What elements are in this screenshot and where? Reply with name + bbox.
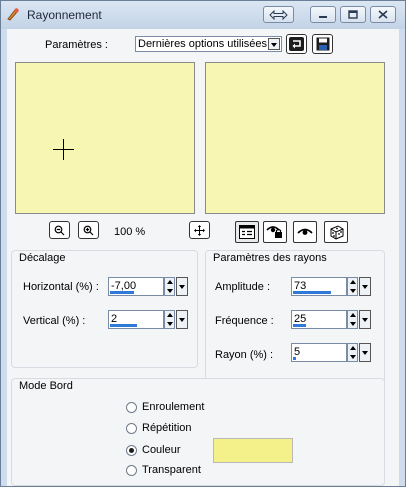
dialog-window: Rayonnement Paramètres : Dernières optio… [0, 0, 406, 487]
rayon-slider-bar[interactable] [293, 357, 296, 360]
dice-icon [330, 224, 343, 240]
preset-combo[interactable]: Dernières options utilisées [135, 36, 282, 52]
floppy-disk-icon [316, 37, 329, 51]
frequence-slider-bar[interactable] [293, 324, 306, 327]
enroulement-label: Enroulement [142, 401, 205, 413]
vertical-input[interactable]: 2 [108, 310, 164, 329]
proof-preview-button[interactable] [263, 221, 287, 243]
transparent-label: Transparent [142, 464, 201, 476]
zoom-out-icon [54, 225, 65, 235]
rayon-input[interactable]: 5 [291, 343, 347, 362]
app-brush-icon [7, 8, 19, 21]
move-icon [194, 224, 205, 236]
toggle-preview-button[interactable] [235, 221, 259, 243]
vertical-spinbox[interactable]: 2 [108, 310, 188, 329]
horizontal-dropdown-icon[interactable] [176, 277, 188, 296]
border-color-swatch[interactable] [213, 438, 293, 463]
frequence-spin-arrows[interactable] [347, 310, 358, 329]
horizontal-spin-arrows[interactable] [164, 277, 175, 296]
rayon-spinbox[interactable]: 5 [291, 343, 371, 362]
minimize-button[interactable] [310, 6, 336, 23]
zoom-level: 100 % [114, 226, 146, 238]
dock-button[interactable] [263, 6, 294, 23]
preset-value: Dernières options utilisées [138, 38, 268, 50]
rayon-dropdown-icon[interactable] [359, 343, 371, 362]
maximize-button[interactable] [340, 6, 366, 23]
frequence-spinbox[interactable]: 25 [291, 310, 371, 329]
mode-bord-title: Mode Bord [18, 380, 74, 392]
pan-button[interactable] [189, 221, 210, 239]
amplitude-label: Amplitude : [215, 281, 271, 293]
horizontal-label: Horizontal (%) : [23, 281, 99, 293]
decalage-group: Décalage [11, 250, 198, 368]
decalage-title: Décalage [18, 252, 67, 264]
params-label: Paramètres : [45, 39, 108, 51]
amplitude-input[interactable]: 73 [291, 277, 347, 296]
title-bar[interactable]: Rayonnement [1, 1, 405, 29]
randomize-button[interactable] [324, 221, 348, 243]
horizontal-spinbox[interactable]: -7,00 [108, 277, 188, 296]
radio-couleur[interactable] [126, 445, 137, 456]
amplitude-spinbox[interactable]: 73 [291, 277, 371, 296]
radio-repetition[interactable] [126, 423, 137, 434]
window-title: Rayonnement [27, 8, 102, 22]
zoom-out-button[interactable] [49, 221, 70, 239]
eye-icon [297, 228, 313, 235]
save-preset-button[interactable] [312, 34, 333, 54]
amplitude-slider-bar[interactable] [293, 291, 331, 294]
list-window-icon [239, 225, 255, 239]
double-arrow-icon [269, 9, 288, 20]
zoom-in-icon [83, 225, 94, 235]
frequence-dropdown-icon[interactable] [359, 310, 371, 329]
radio-enroulement[interactable] [126, 402, 137, 413]
radio-transparent[interactable] [126, 465, 137, 476]
amplitude-spin-arrows[interactable] [347, 277, 358, 296]
result-preview [205, 62, 385, 214]
reset-arrow-icon [289, 37, 304, 51]
minimize-icon [319, 15, 327, 18]
chevron-down-icon[interactable] [268, 38, 280, 50]
vertical-label: Vertical (%) : [23, 315, 86, 327]
horizontal-slider-bar[interactable] [110, 291, 134, 294]
vertical-spin-arrows[interactable] [164, 310, 175, 329]
dialog-body: Paramètres : Dernières options utilisées [7, 29, 399, 486]
rayon-label: Rayon (%) : [215, 349, 274, 361]
vertical-slider-bar[interactable] [110, 324, 137, 327]
couleur-label: Couleur [142, 444, 181, 456]
original-preview[interactable] [15, 62, 195, 214]
frequence-label: Fréquence : [215, 315, 274, 327]
zoom-in-button[interactable] [78, 221, 99, 239]
crosshair-vertical-line [63, 139, 64, 160]
amplitude-dropdown-icon[interactable] [359, 277, 371, 296]
close-icon [378, 10, 388, 19]
vertical-dropdown-icon[interactable] [176, 310, 188, 329]
frequence-input[interactable]: 25 [291, 310, 347, 329]
maximize-icon [348, 10, 358, 19]
horizontal-input[interactable]: -7,00 [108, 277, 164, 296]
toggle-eye-button[interactable] [293, 221, 317, 243]
reset-button[interactable] [286, 34, 307, 54]
close-button[interactable] [370, 6, 396, 23]
rayons-title: Paramètres des rayons [212, 252, 328, 264]
rayon-spin-arrows[interactable] [347, 343, 358, 362]
repetition-label: Répétition [142, 422, 192, 434]
eye-lock-icon [266, 226, 282, 238]
